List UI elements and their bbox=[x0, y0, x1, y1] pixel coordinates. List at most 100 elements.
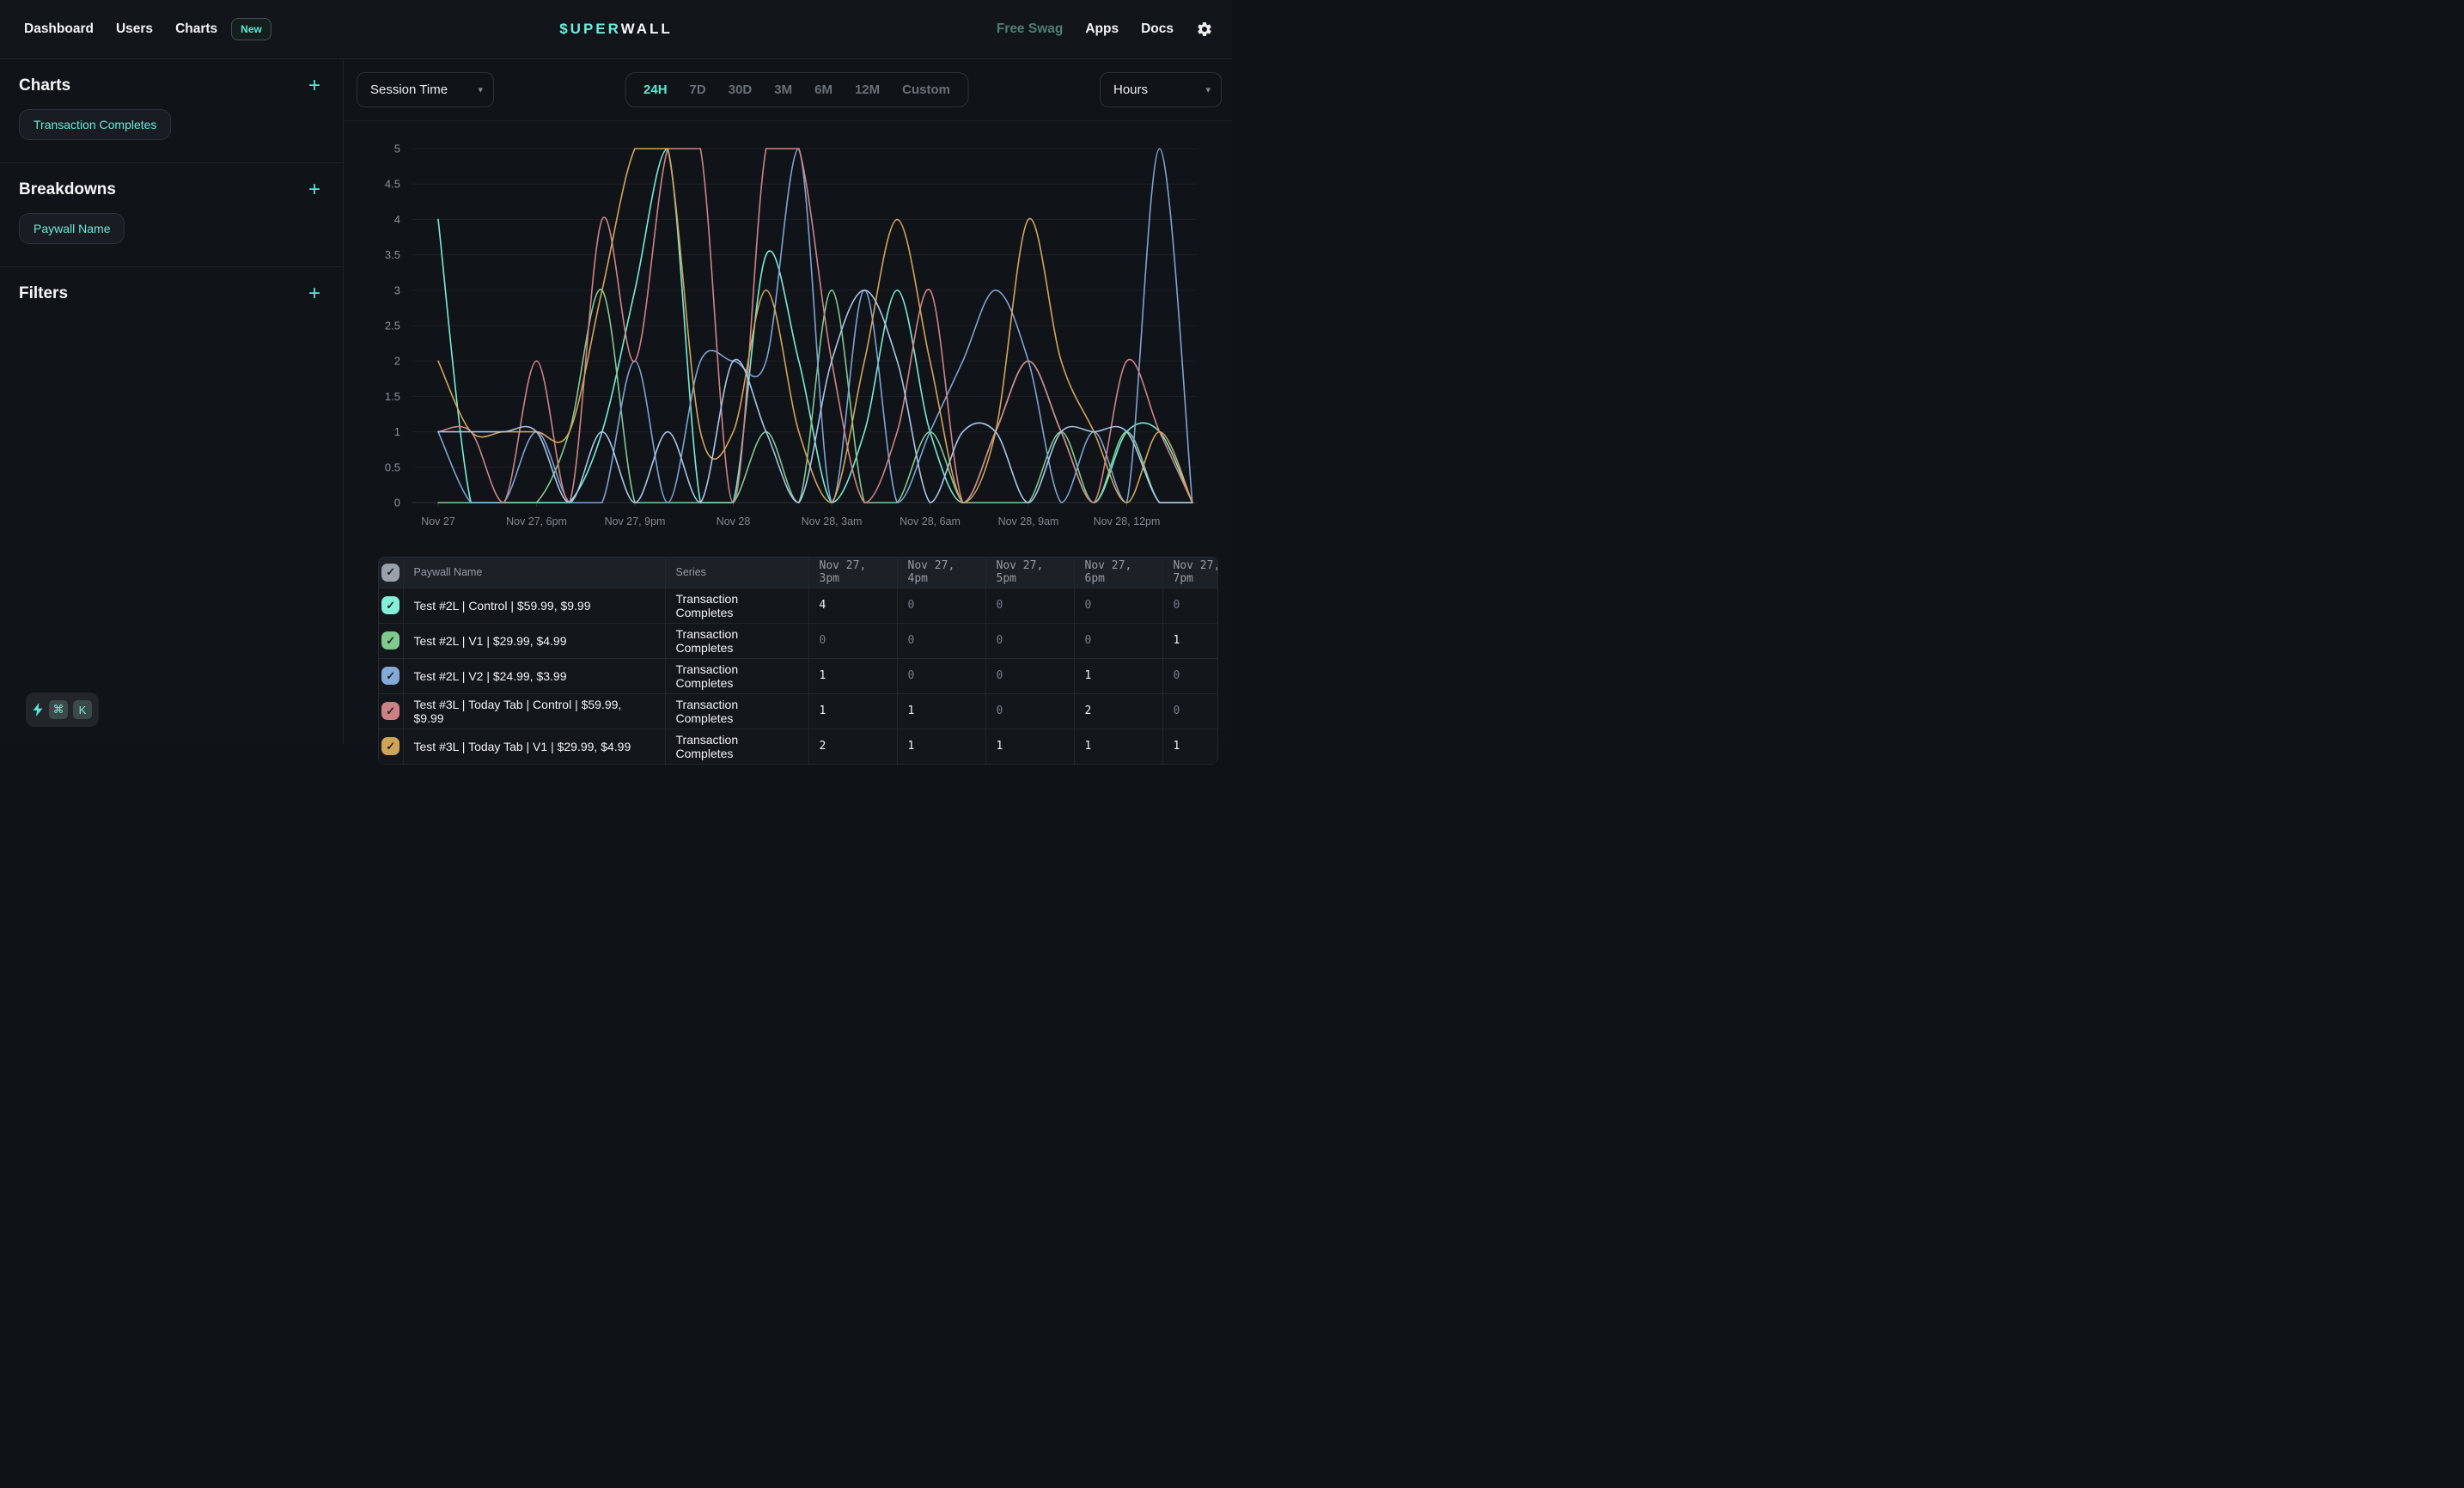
y-axis-label: 4 bbox=[394, 213, 400, 226]
sidebar-section-breakdowns: Breakdowns + Paywall Name bbox=[0, 163, 343, 267]
add-chart-plus-icon[interactable]: + bbox=[305, 78, 324, 94]
value-cell: 0 bbox=[897, 588, 985, 623]
chart-toolbar: Session Time ▾ 24H 7D 30D 3M 6M 12M Cust… bbox=[344, 59, 1232, 120]
charts-section-title: Charts bbox=[19, 76, 70, 95]
settings-gear-icon[interactable] bbox=[1196, 21, 1213, 38]
nav-left: Dashboard Users Charts New bbox=[24, 18, 271, 40]
metric-select[interactable]: Session Time ▾ bbox=[357, 72, 494, 107]
value-cell: 1 bbox=[808, 658, 897, 693]
value-cell: 0 bbox=[985, 588, 1074, 623]
nav-item-charts[interactable]: Charts bbox=[175, 21, 217, 37]
row-checkbox[interactable]: ✓ bbox=[381, 596, 399, 614]
value-cell: 0 bbox=[897, 658, 985, 693]
x-axis-label: Nov 27 bbox=[421, 515, 455, 528]
x-axis-label: Nov 28 bbox=[717, 515, 751, 528]
range-3m[interactable]: 3M bbox=[763, 82, 803, 97]
row-checkbox[interactable]: ✓ bbox=[381, 737, 399, 755]
series-cell: Transaction Completes bbox=[665, 588, 808, 623]
table-row: ✓Test #3L | Today Tab | V1 | $29.99, $4.… bbox=[379, 729, 1218, 764]
row-checkbox[interactable]: ✓ bbox=[381, 631, 399, 649]
range-6m[interactable]: 6M bbox=[803, 82, 844, 97]
column-header: Paywall Name bbox=[403, 558, 665, 588]
value-cell: 0 bbox=[985, 693, 1074, 729]
x-axis-label: Nov 28, 12pm bbox=[1094, 515, 1161, 528]
chip-paywall-name[interactable]: Paywall Name bbox=[19, 213, 125, 244]
column-header: Nov 27, 7pm bbox=[1162, 558, 1218, 588]
series-cell: Transaction Completes bbox=[665, 623, 808, 658]
content-shell: Charts + Transaction Completes Breakdown… bbox=[0, 59, 1232, 744]
range-7d[interactable]: 7D bbox=[679, 82, 717, 97]
value-cell: 1 bbox=[1074, 658, 1162, 693]
y-axis-label: 5 bbox=[394, 143, 400, 156]
range-group-wrap: 24H 7D 30D 3M 6M 12M Custom bbox=[494, 72, 1100, 107]
nav-item-apps[interactable]: Apps bbox=[1085, 21, 1119, 37]
nav-item-free-swag[interactable]: Free Swag bbox=[997, 21, 1064, 37]
series-cell: Transaction Completes bbox=[665, 658, 808, 693]
sidebar: Charts + Transaction Completes Breakdown… bbox=[0, 59, 344, 744]
range-30d[interactable]: 30D bbox=[717, 82, 764, 97]
unit-select[interactable]: Hours ▾ bbox=[1100, 72, 1222, 107]
nav-item-docs[interactable]: Docs bbox=[1141, 21, 1174, 37]
row-checkbox[interactable]: ✓ bbox=[381, 667, 399, 685]
value-cell: 0 bbox=[1074, 588, 1162, 623]
value-cell: 0 bbox=[1162, 693, 1218, 729]
y-axis-label: 1 bbox=[394, 425, 400, 438]
column-header: Nov 27, 4pm bbox=[897, 558, 985, 588]
add-filter-plus-icon[interactable]: + bbox=[305, 286, 324, 302]
row-checkbox[interactable]: ✓ bbox=[381, 702, 399, 720]
y-axis-label: 0 bbox=[394, 497, 400, 509]
range-24h[interactable]: 24H bbox=[632, 82, 679, 97]
nav-item-dashboard[interactable]: Dashboard bbox=[24, 21, 94, 37]
range-12m[interactable]: 12M bbox=[844, 82, 891, 97]
unit-select-value: Hours bbox=[1113, 82, 1148, 97]
chevron-down-icon: ▾ bbox=[455, 84, 483, 95]
value-cell: 4 bbox=[808, 588, 897, 623]
y-axis-label: 1.5 bbox=[385, 390, 400, 403]
value-cell: 1 bbox=[808, 693, 897, 729]
main-panel: Session Time ▾ 24H 7D 30D 3M 6M 12M Cust… bbox=[344, 59, 1232, 744]
paywall-name-cell: Test #2L | V1 | $29.99, $4.99 bbox=[403, 623, 665, 658]
logo-accent: $UPER bbox=[559, 21, 620, 37]
x-axis-label: Nov 27, 6pm bbox=[506, 515, 567, 528]
column-header: Nov 27, 3pm bbox=[808, 558, 897, 588]
top-nav: Dashboard Users Charts New $UPERWALL Fre… bbox=[0, 0, 1232, 59]
breakdown-table: ✓Paywall NameSeriesNov 27, 3pmNov 27, 4p… bbox=[379, 558, 1218, 765]
value-cell: 1 bbox=[1162, 623, 1218, 658]
metric-select-value: Session Time bbox=[370, 82, 448, 97]
superwall-logo[interactable]: $UPERWALL bbox=[559, 21, 673, 38]
sidebar-section-charts: Charts + Transaction Completes bbox=[0, 59, 343, 163]
series-cell: Transaction Completes bbox=[665, 693, 808, 729]
paywall-name-cell: Test #3L | Today Tab | Control | $59.99,… bbox=[403, 693, 665, 729]
paywall-name-cell: Test #2L | V2 | $24.99, $3.99 bbox=[403, 658, 665, 693]
table-row: ✓Test #3L | Today Tab | Control | $59.99… bbox=[379, 693, 1218, 729]
value-cell: 0 bbox=[1162, 588, 1218, 623]
filters-section-title: Filters bbox=[19, 284, 68, 303]
y-axis-label: 2.5 bbox=[385, 320, 400, 332]
logo-rest: WALL bbox=[621, 21, 673, 37]
paywall-name-cell: Test #3L | Today Tab | V1 | $29.99, $4.9… bbox=[403, 729, 665, 764]
line-chart: 00.511.522.533.544.55Nov 27Nov 27, 6pmNo… bbox=[344, 121, 1232, 546]
value-cell: 0 bbox=[897, 623, 985, 658]
table-header-row: ✓Paywall NameSeriesNov 27, 3pmNov 27, 4p… bbox=[379, 558, 1218, 588]
line-chart-svg: 00.511.522.533.544.55Nov 27Nov 27, 6pmNo… bbox=[359, 131, 1218, 542]
lightning-bolt-icon bbox=[33, 703, 44, 717]
column-header: Nov 27, 6pm bbox=[1074, 558, 1162, 588]
paywall-name-cell: Test #2L | Control | $59.99, $9.99 bbox=[403, 588, 665, 623]
table-row: ✓Test #2L | Control | $59.99, $9.99Trans… bbox=[379, 588, 1218, 623]
add-breakdown-plus-icon[interactable]: + bbox=[305, 182, 324, 198]
series-cell: Transaction Completes bbox=[665, 729, 808, 764]
command-palette-shortcut[interactable]: ⌘ K bbox=[26, 692, 99, 727]
breakdowns-section-title: Breakdowns bbox=[19, 180, 116, 199]
nav-item-users[interactable]: Users bbox=[116, 21, 153, 37]
time-range-group: 24H 7D 30D 3M 6M 12M Custom bbox=[625, 72, 969, 107]
chip-transaction-completes[interactable]: Transaction Completes bbox=[19, 109, 171, 140]
x-axis-label: Nov 28, 9am bbox=[998, 515, 1059, 528]
y-axis-label: 3.5 bbox=[385, 248, 400, 261]
value-cell: 1 bbox=[897, 729, 985, 764]
nav-right: Free Swag Apps Docs bbox=[997, 21, 1213, 38]
select-all-checkbox[interactable]: ✓ bbox=[381, 564, 399, 582]
sidebar-section-filters: Filters + bbox=[0, 267, 343, 334]
table-row: ✓Test #2L | V2 | $24.99, $3.99Transactio… bbox=[379, 658, 1218, 693]
y-axis-label: 0.5 bbox=[385, 460, 400, 473]
range-custom[interactable]: Custom bbox=[891, 82, 961, 97]
